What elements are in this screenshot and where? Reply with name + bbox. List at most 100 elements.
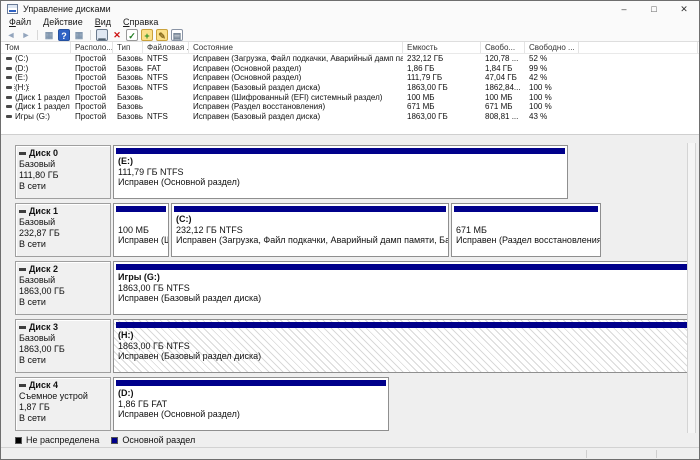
list-view-icon[interactable]: ▤ — [171, 29, 183, 41]
column-header[interactable]: Том — [1, 42, 71, 53]
maximize-button[interactable]: □ — [639, 1, 669, 17]
cell: 671 МБ — [481, 102, 525, 111]
column-header[interactable]: Располо... — [71, 42, 113, 53]
cell: Базовый — [113, 112, 143, 121]
disk-label-panel[interactable]: Диск 0 Базовый 111,80 ГБ В сети — [15, 145, 111, 199]
disk-row: Диск 1 Базовый 232,87 ГБ В сети 100 МБ И… — [1, 203, 699, 257]
volume-icon — [6, 96, 12, 99]
disk-label-panel[interactable]: Диск 2 Базовый 1863,00 ГБ В сети — [15, 261, 111, 315]
cell: NTFS — [143, 54, 189, 63]
partition-region[interactable]: Игры (G:) 1863,00 ГБ NTFS Исправен (Базо… — [113, 261, 691, 315]
export-list-icon[interactable]: ▦ — [73, 29, 85, 41]
partition-label: (H:) — [118, 330, 690, 341]
title-bar: Управление дисками – □ ✕ — [1, 1, 699, 17]
disk-size: 232,87 ГБ — [19, 228, 110, 239]
disk-row: Диск 3 Базовый 1863,00 ГБ В сети (H:) 18… — [1, 319, 699, 373]
graphical-view-pane: Диск 0 Базовый 111,80 ГБ В сети (E:) 111… — [1, 143, 699, 433]
cell: 47,04 ГБ — [481, 73, 525, 82]
disk-type: Базовый — [19, 333, 110, 344]
add-drive-icon[interactable]: + — [141, 29, 153, 41]
partition-region[interactable]: (C:) 232,12 ГБ NTFS Исправен (Загрузка, … — [171, 203, 449, 257]
column-header[interactable]: Состояние — [189, 42, 403, 53]
cell: Базовый — [113, 73, 143, 82]
partition-label — [118, 214, 168, 225]
disk-icon — [19, 326, 26, 329]
partition-label: Игры (G:) — [118, 272, 690, 283]
column-header[interactable] — [579, 42, 698, 53]
table-row[interactable]: (E:)ПростойБазовыйNTFSИсправен (Основной… — [1, 73, 699, 83]
legend-item: Основной раздел — [111, 435, 195, 445]
minimize-button[interactable]: – — [609, 1, 639, 17]
volume-icon — [6, 67, 12, 70]
close-button[interactable]: ✕ — [669, 1, 699, 17]
delete-volume-icon[interactable]: ✕ — [111, 29, 123, 41]
disk-label-panel[interactable]: Диск 3 Базовый 1863,00 ГБ В сети — [15, 319, 111, 373]
disk-label-panel[interactable]: Диск 1 Базовый 232,87 ГБ В сети — [15, 203, 111, 257]
table-row[interactable]: (C:)ПростойБазовыйNTFSИсправен (Загрузка… — [1, 54, 699, 64]
cell: 120,78 ... — [481, 54, 525, 63]
column-header[interactable]: Свободно ... — [525, 42, 579, 53]
cell: FAT — [143, 64, 189, 73]
cell: 100 % — [525, 102, 579, 111]
partition-status: Исправен (Раздел восстановления) — [456, 235, 600, 246]
disk-management-window: Управление дисками – □ ✕ ФайлДействиеВид… — [0, 0, 700, 460]
partition-region[interactable]: 100 МБ Исправен (Шифрованный (EFI) с — [113, 203, 169, 257]
table-row[interactable]: (D:)ПростойБазовыйFATИсправен (Основной … — [1, 64, 699, 74]
volume-name-cell: (E:) — [1, 73, 71, 82]
column-header[interactable]: Тип — [113, 42, 143, 53]
vertical-scrollbar[interactable] — [687, 143, 696, 433]
menu-item[interactable]: Справка — [117, 17, 164, 28]
partition-status: Исправен (Загрузка, Файл подкачки, Авари… — [176, 235, 448, 246]
help-icon[interactable]: ? — [58, 29, 70, 41]
console-window-icon[interactable]: ▂ — [96, 29, 108, 41]
disk-name: Диск 0 — [19, 148, 110, 159]
partition-status: Исправен (Базовый раздел диска) — [118, 351, 690, 362]
cell: NTFS — [143, 112, 189, 121]
table-row[interactable]: (H:)ПростойБазовыйNTFSИсправен (Базовый … — [1, 83, 699, 93]
app-icon — [7, 4, 18, 14]
column-header[interactable]: Файловая ... — [143, 42, 189, 53]
volume-name-cell: (Диск 1 раздел 1) — [1, 93, 71, 102]
disk-label-panel[interactable]: Диск 4 Съемное устрой 1,87 ГБ В сети — [15, 377, 111, 431]
volume-name-cell: Игры (G:) — [1, 112, 71, 121]
disk-name: Диск 2 — [19, 264, 110, 275]
disk-size: 1,87 ГБ — [19, 402, 110, 413]
cell: Исправен (Шифрованный (EFI) системный ра… — [189, 93, 403, 102]
back-icon[interactable]: ◄ — [5, 29, 17, 41]
cell: 100 % — [525, 83, 579, 92]
partition-region[interactable]: (D:) 1,86 ГБ FAT Исправен (Основной разд… — [113, 377, 389, 431]
cell: 100 % — [525, 93, 579, 102]
forward-icon[interactable]: ► — [20, 29, 32, 41]
partition-label — [456, 214, 600, 225]
partition-region[interactable]: 671 МБ Исправен (Раздел восстановления) — [451, 203, 601, 257]
partition-label: (C:) — [176, 214, 448, 225]
disk-size: 1863,00 ГБ — [19, 344, 110, 355]
legend-bar: Не распределена Основной раздел — [1, 433, 699, 447]
cell: 42 % — [525, 73, 579, 82]
partition-region[interactable]: (H:) 1863,00 ГБ NTFS Исправен (Базовый р… — [113, 319, 691, 373]
cell: 1,86 ГБ — [403, 64, 481, 73]
partition-status: Исправен (Базовый раздел диска) — [118, 293, 690, 304]
check-document-icon[interactable]: ✓ — [126, 29, 138, 41]
change-letter-icon[interactable]: ✎ — [156, 29, 168, 41]
console-tree-icon[interactable]: ▦ — [43, 29, 55, 41]
column-header[interactable]: Емкость — [403, 42, 481, 53]
cell: 1863,00 ГБ — [403, 83, 481, 92]
table-row[interactable]: (Диск 1 раздел 4)ПростойБазовыйИсправен … — [1, 102, 699, 112]
disk-icon — [19, 384, 26, 387]
cell: 43 % — [525, 112, 579, 121]
cell: Исправен (Основной раздел) — [189, 73, 403, 82]
table-row[interactable]: Игры (G:)ПростойБазовыйNTFSИсправен (Баз… — [1, 112, 699, 122]
partition-region[interactable]: (E:) 111,79 ГБ NTFS Исправен (Основной р… — [113, 145, 568, 199]
disk-partitions: Игры (G:) 1863,00 ГБ NTFS Исправен (Базо… — [113, 261, 691, 315]
menu-item[interactable]: Вид — [89, 17, 117, 28]
disk-row: Диск 0 Базовый 111,80 ГБ В сети (E:) 111… — [1, 145, 699, 199]
partition-label: (E:) — [118, 156, 567, 167]
volume-icon — [6, 57, 12, 60]
menu-item[interactable]: Действие — [37, 17, 89, 28]
column-header[interactable]: Свобо... — [481, 42, 525, 53]
legend-color-swatch — [15, 437, 22, 444]
table-row[interactable]: (Диск 1 раздел 1)ПростойБазовыйИсправен … — [1, 92, 699, 102]
menu-item[interactable]: Файл — [3, 17, 37, 28]
pane-splitter[interactable] — [1, 134, 699, 143]
